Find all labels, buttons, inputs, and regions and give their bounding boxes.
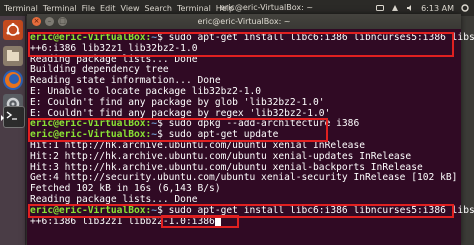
menu-item-edit[interactable]: Edit <box>100 4 116 13</box>
minimize-icon[interactable]: – <box>45 17 54 26</box>
keyboard-icon[interactable] <box>376 4 385 12</box>
output-text: Hit:3 http://hk.archive.ubuntu.com/ubunt… <box>30 161 423 173</box>
power-gear-icon[interactable] <box>461 4 469 12</box>
ubuntu-dash-icon[interactable] <box>3 20 23 40</box>
app-menu: Terminal Terminal File Edit View Search Termin… <box>4 4 234 13</box>
close-icon[interactable]: × <box>32 17 41 26</box>
menu-item-search[interactable]: Search <box>145 4 172 13</box>
terminal-icon[interactable] <box>1 106 25 128</box>
maximize-icon[interactable]: □ <box>58 17 67 26</box>
terminal-line: ++6:i386 lib32z1 libbz2-1.0:i386 <box>30 216 458 228</box>
highlight-box-install-command <box>28 32 454 57</box>
highlight-box-dpkg-update <box>28 118 328 142</box>
highlight-box-install-command-2 <box>28 204 454 218</box>
window-titlebar[interactable]: × – □ eric@eric-VirtualBox: ~ <box>27 14 461 29</box>
output-text: Building dependency tree <box>30 64 169 76</box>
app-name[interactable]: Terminal <box>4 4 38 13</box>
panel-window-title: eric@eric-VirtualBox: ~ <box>220 3 314 12</box>
window-title: eric@eric-VirtualBox: ~ <box>197 17 291 26</box>
clock[interactable]: 6:13 AM <box>421 4 454 13</box>
highlight-box-libbz2 <box>161 215 239 228</box>
output-text: E: Unable to locate package lib32bz2-1.0 <box>30 85 262 97</box>
volume-icon[interactable] <box>406 4 414 12</box>
output-text: Reading state information... Done <box>30 75 221 87</box>
output-text: Hit:2 http://hk.archive.ubuntu.com/ubunt… <box>30 150 412 162</box>
launcher <box>0 16 26 245</box>
output-text: E: Couldn't find any package by regex 'l… <box>30 107 331 119</box>
terminal-window[interactable]: × – □ eric@eric-VirtualBox: ~ eric@eric-… <box>27 14 474 245</box>
menu-item-file[interactable]: File <box>82 4 95 13</box>
files-icon[interactable] <box>3 46 23 66</box>
menu-item-view[interactable]: View <box>121 4 140 13</box>
firefox-icon[interactable] <box>3 70 23 90</box>
menu-item-terminal[interactable]: Terminal <box>43 4 77 13</box>
output-text: E: Couldn't find any package by glob 'li… <box>30 96 325 108</box>
output-text: Fetched 102 kB in 16s (6,143 B/s) <box>30 183 221 195</box>
menu-item-terminal[interactable]: Terminal <box>177 4 211 13</box>
output-text: Get:4 http://security.ubuntu.com/ubuntu … <box>30 172 458 184</box>
network-icon[interactable] <box>391 4 399 12</box>
